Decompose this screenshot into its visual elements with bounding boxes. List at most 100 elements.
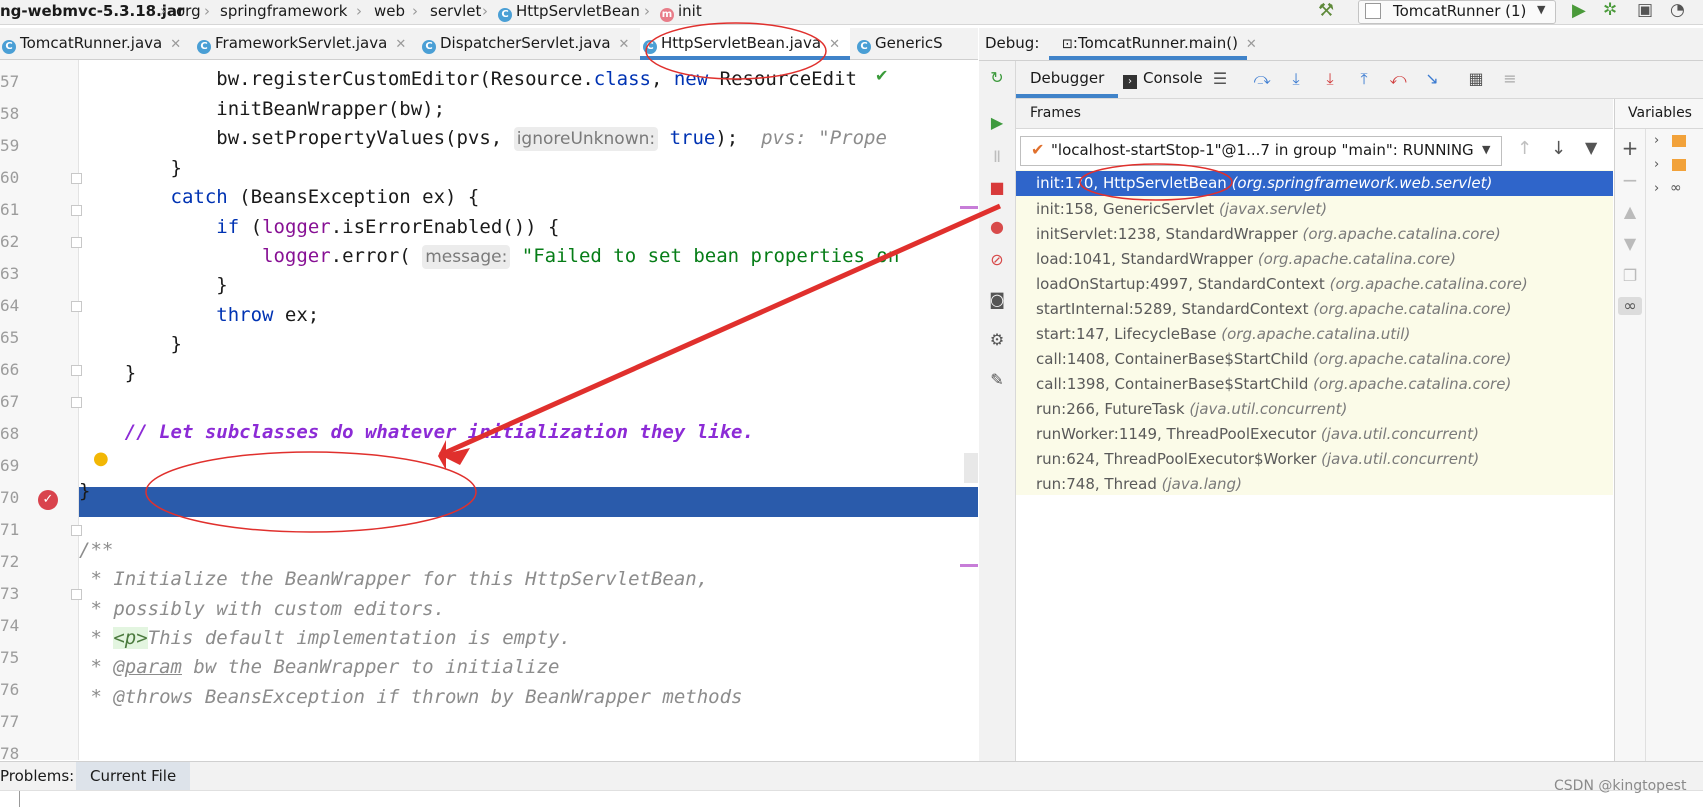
tab-httpservletbean[interactable]: C HttpServletBean.java ✕ — [640, 28, 850, 60]
force-step-into-icon[interactable]: ⤓ — [1320, 70, 1340, 88]
code-line-current: initServletBean(); — [79, 451, 331, 473]
breadcrumb-jar[interactable]: ng-webmvc-5.3.18.jar — [0, 2, 184, 20]
code-text: * — [79, 656, 114, 678]
code-editor[interactable]: bw.registerCustomEditor(Resource.class, … — [79, 60, 978, 760]
frame-item[interactable]: load:1041, StandardWrapper (org.apache.c… — [1036, 250, 1456, 268]
frame-package: (org.apache.catalina.core) — [1329, 275, 1528, 293]
breadcrumb-web[interactable]: web — [374, 2, 405, 20]
code-doc-comment: /** — [79, 539, 114, 561]
frame-item[interactable]: run:624, ThreadPoolExecutor$Worker (java… — [1036, 450, 1479, 468]
frame-package: (org.apache.catalina.core) — [1313, 375, 1512, 393]
frame-item[interactable]: start:147, LifecycleBase (org.apache.cat… — [1036, 325, 1410, 343]
close-icon[interactable]: ✕ — [1246, 37, 1257, 52]
frame-item[interactable]: run:266, FutureTask (java.util.concurren… — [1036, 400, 1347, 418]
step-over-icon[interactable]: ⤼ — [1252, 70, 1272, 88]
rerun-icon[interactable]: ↻ — [987, 69, 1007, 87]
tab-label: TomcatRunner.java — [20, 34, 163, 52]
chevron-right-icon[interactable]: › — [1654, 181, 1659, 196]
add-watch-icon[interactable]: + — [1620, 138, 1640, 158]
line-number: 70 — [0, 488, 20, 507]
frame-package: (java.lang) — [1161, 475, 1242, 493]
lightbulb-icon[interactable]: ● — [93, 448, 109, 469]
breadcrumb-class[interactable]: C HttpServletBean — [498, 2, 640, 22]
frame-item[interactable]: call:1398, ContainerBase$StartChild (org… — [1036, 375, 1511, 393]
camera-icon[interactable]: ◙ — [987, 291, 1007, 309]
arrow-down-icon[interactable]: ↓ — [1551, 138, 1566, 159]
run-configuration-select[interactable]: TomcatRunner (1) ▼ — [1358, 0, 1556, 24]
debug-session-tab[interactable]: ⊡:TomcatRunner.main() ✕ — [1062, 34, 1257, 52]
step-into-icon[interactable]: ⤓ — [1286, 70, 1306, 88]
tab-genericservlet[interactable]: C GenericS — [857, 28, 978, 59]
close-icon[interactable]: ✕ — [170, 37, 181, 52]
line-number: 74 — [0, 616, 20, 635]
close-icon[interactable]: ✕ — [619, 37, 630, 52]
step-out-icon[interactable]: ⤒ — [1354, 70, 1374, 88]
thread-selector[interactable]: ✔ "localhost-startStop-1"@1...7 in group… — [1020, 136, 1502, 166]
frame-item[interactable]: initServlet:1238, StandardWrapper (org.a… — [1036, 225, 1501, 243]
breadcrumb-method[interactable]: m init — [660, 2, 702, 22]
hammer-build-icon[interactable]: ⚒ — [1318, 0, 1334, 21]
trace-icon[interactable]: ≡ — [1500, 70, 1520, 88]
tab-tomcatrunner[interactable]: C TomcatRunner.java ✕ — [0, 28, 185, 59]
code-doc-comment: * @throws BeansException if thrown by Be… — [79, 686, 743, 708]
view-breakpoints-icon[interactable]: ● — [987, 218, 1007, 236]
frame-item[interactable]: init:158, GenericServlet (javax.servlet) — [1036, 200, 1327, 218]
code-html-tag: <p> — [113, 627, 148, 649]
profiler-icon[interactable]: ◔ — [1670, 0, 1685, 20]
breadcrumb-separator: › — [412, 2, 418, 20]
copy-icon[interactable]: ❐ — [1620, 267, 1640, 285]
filter-icon[interactable]: ▼ — [1585, 138, 1597, 157]
arrow-up-icon[interactable]: ↑ — [1517, 138, 1532, 159]
code-line: initBeanWrapper(bw); — [79, 98, 446, 120]
code-comment: // Let subclasses do whatever initializa… — [79, 421, 754, 443]
tab-label: HttpServletBean.java — [661, 34, 822, 52]
frame-method: runWorker:1149, ThreadPoolExecutor — [1036, 425, 1317, 443]
class-icon: C — [197, 40, 211, 54]
tab-console-label: Console — [1143, 69, 1203, 87]
remove-watch-icon[interactable]: − — [1620, 170, 1640, 190]
run-to-cursor-icon[interactable]: ↘ — [1422, 70, 1442, 88]
settings-gear-icon[interactable]: ⚙ — [987, 331, 1007, 349]
close-icon[interactable]: ✕ — [395, 37, 406, 52]
tab-current-file[interactable]: Current File — [76, 762, 191, 790]
pin-icon[interactable]: ✎ — [987, 371, 1007, 389]
tab-frameworkservlet[interactable]: C FrameworkServlet.java ✕ — [197, 28, 410, 59]
frame-item[interactable]: run:748, Thread (java.lang) — [1036, 475, 1242, 493]
tab-debugger[interactable]: Debugger — [1030, 69, 1104, 87]
navigation-bar: ng-webmvc-5.3.18.jar › org › springframe… — [0, 0, 1703, 25]
tab-console[interactable]: › Console — [1123, 69, 1203, 89]
menu-lines-icon[interactable]: ☰ — [1210, 70, 1230, 88]
frame-item[interactable]: call:1408, ContainerBase$StartChild (org… — [1036, 350, 1511, 368]
run-icon[interactable]: ▶ — [1572, 0, 1586, 21]
watermark: CSDN @kingtopest — [1554, 778, 1687, 794]
frame-item[interactable]: loadOnStartup:4997, StandardContext (org… — [1036, 275, 1528, 293]
pause-icon[interactable]: Ⅱ — [987, 148, 1007, 166]
code-doc-tag: @param — [113, 656, 182, 678]
breadcrumb-servlet[interactable]: servlet — [430, 2, 481, 20]
coverage-icon[interactable]: ▣ — [1637, 0, 1653, 20]
code-keyword: throw — [216, 304, 274, 326]
glasses-icon[interactable]: ∞ — [1618, 297, 1642, 315]
stop-icon[interactable]: ■ — [987, 179, 1007, 197]
breakpoint-icon[interactable]: ✓ — [38, 490, 58, 510]
editor-scrollbar-thumb[interactable] — [964, 453, 978, 483]
chevron-right-icon[interactable]: › — [1654, 157, 1659, 172]
frame-item[interactable]: startInternal:5289, StandardContext (org… — [1036, 300, 1511, 318]
resume-icon[interactable]: ▶ — [987, 114, 1007, 132]
chevron-right-icon[interactable]: › — [1654, 133, 1659, 148]
evaluate-expression-icon[interactable]: ▦ — [1466, 70, 1486, 88]
move-up-icon[interactable]: ▲ — [1620, 203, 1640, 221]
tab-dispatcherservlet[interactable]: C DispatcherServlet.java ✕ — [422, 28, 636, 59]
breadcrumb-org[interactable]: org — [176, 2, 201, 20]
frame-item-selected[interactable]: init:170, HttpServletBean (org.springfra… — [1016, 171, 1613, 196]
problems-label: Problems: — [0, 767, 75, 785]
mute-breakpoints-icon[interactable]: ⊘ — [987, 251, 1007, 269]
line-number: 73 — [0, 584, 20, 603]
frame-item[interactable]: runWorker:1149, ThreadPoolExecutor (java… — [1036, 425, 1479, 443]
frame-package: (org.apache.catalina.core) — [1313, 350, 1512, 368]
debug-bug-icon[interactable]: ✲ — [1603, 0, 1617, 20]
drop-frame-icon[interactable]: ⤺ — [1388, 70, 1408, 88]
breadcrumb-springframework[interactable]: springframework — [220, 2, 347, 20]
close-icon[interactable]: ✕ — [829, 37, 840, 52]
move-down-icon[interactable]: ▼ — [1620, 235, 1640, 253]
